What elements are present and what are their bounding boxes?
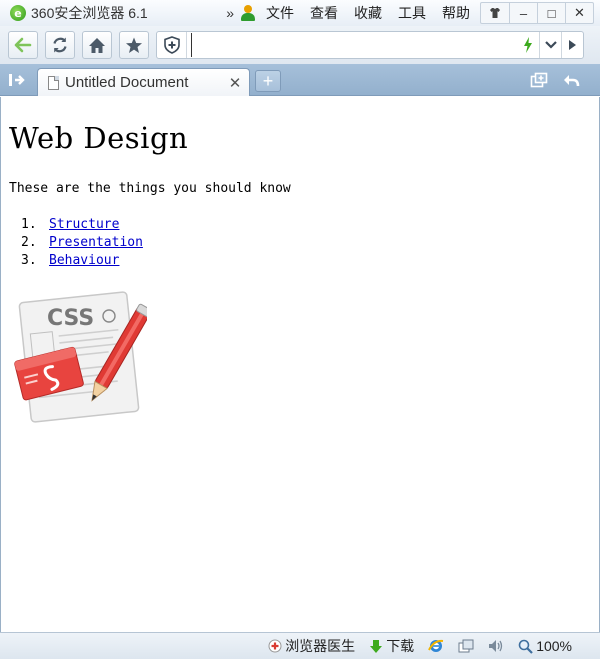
list-item: 2. Presentation — [21, 235, 143, 250]
refresh-button[interactable] — [45, 31, 75, 59]
shield-icon — [163, 36, 180, 54]
menu-favorites[interactable]: 收藏 — [354, 3, 382, 23]
page-heading: Web Design — [9, 121, 189, 155]
list-item: 3. Behaviour — [21, 253, 120, 268]
zoom-level: 100% — [536, 638, 572, 654]
favorite-button[interactable] — [119, 31, 149, 59]
link-behaviour[interactable]: Behaviour — [49, 253, 119, 268]
tab-bar: Untitled Document ✕ + — [0, 64, 600, 96]
window-switch-icon[interactable] — [458, 639, 474, 653]
menu-overflow-chevron[interactable]: » — [226, 5, 234, 21]
page-content: Web Design These are the things you shou… — [0, 97, 600, 632]
minimize-button[interactable]: – — [509, 3, 537, 23]
restore-tabs-icon[interactable] — [530, 72, 548, 91]
star-icon — [126, 37, 142, 53]
app-logo-icon: e — [10, 5, 26, 21]
undo-close-tab-icon[interactable] — [562, 72, 580, 91]
url-input[interactable] — [191, 33, 517, 57]
menu-view[interactable]: 查看 — [310, 3, 338, 23]
skin-icon[interactable] — [481, 3, 509, 23]
address-dropdown-button[interactable] — [539, 32, 561, 58]
back-button[interactable] — [8, 31, 38, 59]
security-shield-button[interactable] — [157, 32, 187, 58]
menu-tools[interactable]: 工具 — [398, 3, 426, 23]
css-editor-image: CSS — [11, 289, 152, 425]
intro-text: These are the things you should know — [9, 181, 291, 196]
document-icon — [48, 75, 59, 90]
zoom-control[interactable]: 100% — [518, 638, 572, 654]
status-bar: 浏览器医生 下载 100% — [0, 632, 600, 659]
home-icon — [89, 37, 105, 53]
speed-mode-icon[interactable] — [517, 32, 539, 58]
back-icon — [14, 37, 32, 53]
magnifier-icon — [518, 639, 533, 654]
link-structure[interactable]: Structure — [49, 217, 119, 232]
navigation-toolbar — [0, 26, 600, 64]
medical-cross-icon — [268, 639, 282, 653]
user-icon[interactable] — [240, 5, 256, 21]
menu-file[interactable]: 文件 — [266, 3, 294, 23]
browser-doctor-button[interactable]: 浏览器医生 — [268, 636, 355, 656]
topics-list: 1. Structure 2. Presentation 3. Behaviour — [21, 216, 143, 270]
menu-help[interactable]: 帮助 — [442, 3, 470, 23]
tab-untitled-document[interactable]: Untitled Document ✕ — [37, 68, 250, 96]
maximize-button[interactable]: □ — [537, 3, 565, 23]
tab-close-icon[interactable]: ✕ — [227, 74, 243, 92]
css-logo-text: CSS — [47, 306, 94, 331]
address-bar — [156, 31, 584, 59]
download-button[interactable]: 下载 — [369, 636, 414, 656]
sound-icon[interactable] — [488, 639, 504, 653]
title-bar: e 360安全浏览器 6.1 » 文件 查看 收藏 工具 帮助 – □ ✕ — [0, 0, 600, 26]
list-item: 1. Structure — [21, 217, 120, 232]
window-controls: – □ ✕ — [480, 2, 594, 24]
refresh-icon — [53, 37, 67, 53]
ie-mode-icon[interactable] — [428, 638, 444, 654]
close-button[interactable]: ✕ — [565, 3, 593, 23]
tab-title: Untitled Document — [65, 74, 189, 91]
home-button[interactable] — [82, 31, 112, 59]
chevron-down-icon — [544, 41, 557, 49]
download-arrow-icon — [370, 639, 383, 653]
go-button[interactable] — [561, 32, 583, 58]
play-icon — [569, 40, 576, 50]
link-presentation[interactable]: Presentation — [49, 235, 143, 250]
sidebar-toggle-icon[interactable] — [8, 72, 26, 88]
app-title: 360安全浏览器 6.1 — [31, 5, 148, 21]
new-tab-button[interactable]: + — [255, 70, 281, 92]
